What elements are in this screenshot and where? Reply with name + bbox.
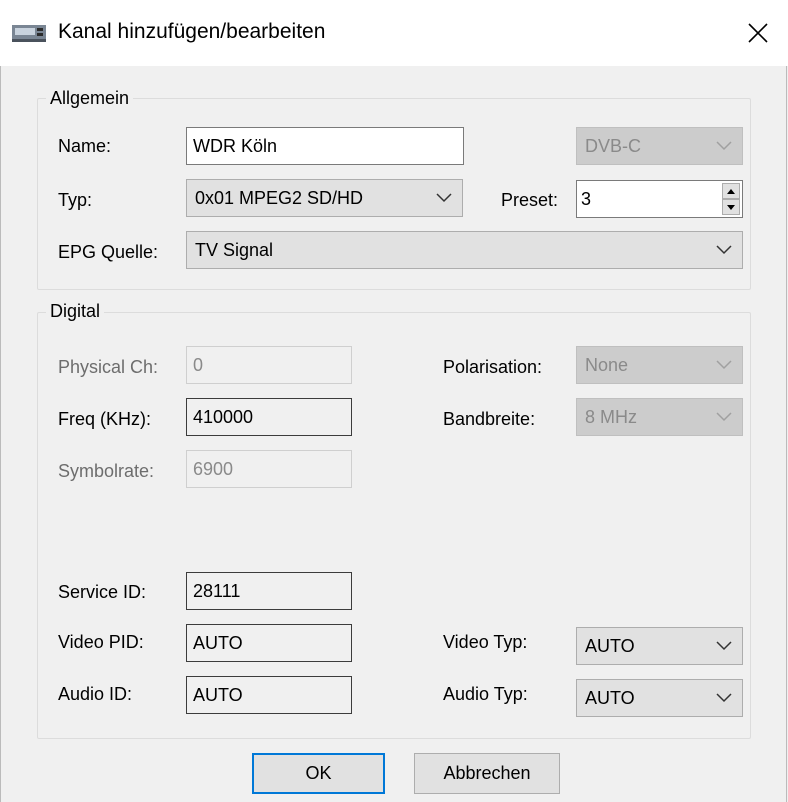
freq-value: 410000 — [193, 406, 254, 427]
audio-id-value: AUTO — [193, 684, 243, 705]
chevron-down-icon — [716, 360, 732, 370]
ok-button-label: OK — [305, 763, 332, 783]
group-digital-legend: Digital — [46, 301, 105, 322]
close-button[interactable] — [728, 0, 788, 66]
service-id-value: 28111 — [193, 580, 241, 601]
name-label: Name: — [58, 136, 112, 156]
video-pid-value: AUTO — [193, 632, 243, 653]
triangle-down-icon — [727, 204, 735, 210]
source-type-value: DVB-C — [585, 135, 642, 156]
video-typ-value: AUTO — [585, 635, 635, 656]
preset-up-button[interactable] — [722, 183, 740, 199]
chevron-down-icon — [716, 141, 732, 151]
close-icon — [748, 23, 768, 43]
video-pid-label: Video PID: — [58, 632, 144, 652]
service-id-label: Service ID: — [58, 582, 147, 602]
chevron-down-icon — [716, 245, 732, 255]
preset-stepper[interactable]: 3 — [576, 180, 743, 218]
service-id-input[interactable]: 28111 — [186, 572, 352, 610]
physical-ch-label: Physical Ch: — [58, 357, 159, 377]
physical-ch-input: 0 — [186, 346, 352, 384]
video-typ-dropdown[interactable]: AUTO — [576, 627, 743, 665]
freq-label: Freq (KHz): — [58, 409, 152, 429]
video-typ-label: Video Typ: — [443, 632, 528, 652]
chevron-down-icon — [716, 641, 732, 651]
preset-value: 3 — [581, 188, 592, 209]
chevron-down-icon — [716, 693, 732, 703]
triangle-up-icon — [727, 188, 735, 194]
bandbreite-value: 8 MHz — [585, 406, 638, 427]
freq-input[interactable]: 410000 — [186, 398, 352, 436]
cancel-button[interactable]: Abbrechen — [414, 753, 560, 794]
chevron-down-icon — [436, 193, 452, 203]
preset-down-button[interactable] — [722, 199, 740, 215]
bandbreite-dropdown: 8 MHz — [576, 398, 743, 436]
cancel-button-label: Abbrechen — [443, 763, 531, 783]
typ-value: 0x01 MPEG2 SD/HD — [195, 187, 364, 208]
bandbreite-label: Bandbreite: — [443, 409, 536, 429]
window-title: Kanal hinzufügen/bearbeiten — [58, 20, 326, 43]
preset-label: Preset: — [501, 190, 559, 210]
physical-ch-value: 0 — [193, 354, 204, 375]
polarisation-label: Polarisation: — [443, 357, 543, 377]
epg-dropdown[interactable]: TV Signal — [186, 231, 743, 269]
audio-id-label: Audio ID: — [58, 684, 133, 704]
name-input[interactable]: WDR Köln — [186, 127, 464, 165]
audio-typ-value: AUTO — [585, 687, 635, 708]
polarisation-dropdown: None — [576, 346, 743, 384]
group-allgemein-legend: Allgemein — [46, 88, 134, 109]
epg-value: TV Signal — [195, 239, 274, 260]
symbolrate-label: Symbolrate: — [58, 461, 155, 481]
polarisation-value: None — [585, 354, 629, 375]
video-pid-input[interactable]: AUTO — [186, 624, 352, 662]
tv-tuner-icon — [12, 25, 46, 42]
title-bar: Kanal hinzufügen/bearbeiten — [0, 0, 788, 66]
audio-typ-dropdown[interactable]: AUTO — [576, 679, 743, 717]
audio-id-input[interactable]: AUTO — [186, 676, 352, 714]
typ-label: Typ: — [58, 190, 93, 210]
name-input-value: WDR Köln — [193, 135, 278, 156]
symbolrate-input: 6900 — [186, 450, 352, 488]
source-type-dropdown: DVB-C — [576, 127, 743, 165]
epg-label: EPG Quelle: — [58, 242, 159, 262]
typ-dropdown[interactable]: 0x01 MPEG2 SD/HD — [186, 179, 463, 217]
audio-typ-label: Audio Typ: — [443, 684, 528, 704]
ok-button[interactable]: OK — [252, 753, 385, 794]
symbolrate-value: 6900 — [193, 458, 234, 479]
chevron-down-icon — [716, 412, 732, 422]
